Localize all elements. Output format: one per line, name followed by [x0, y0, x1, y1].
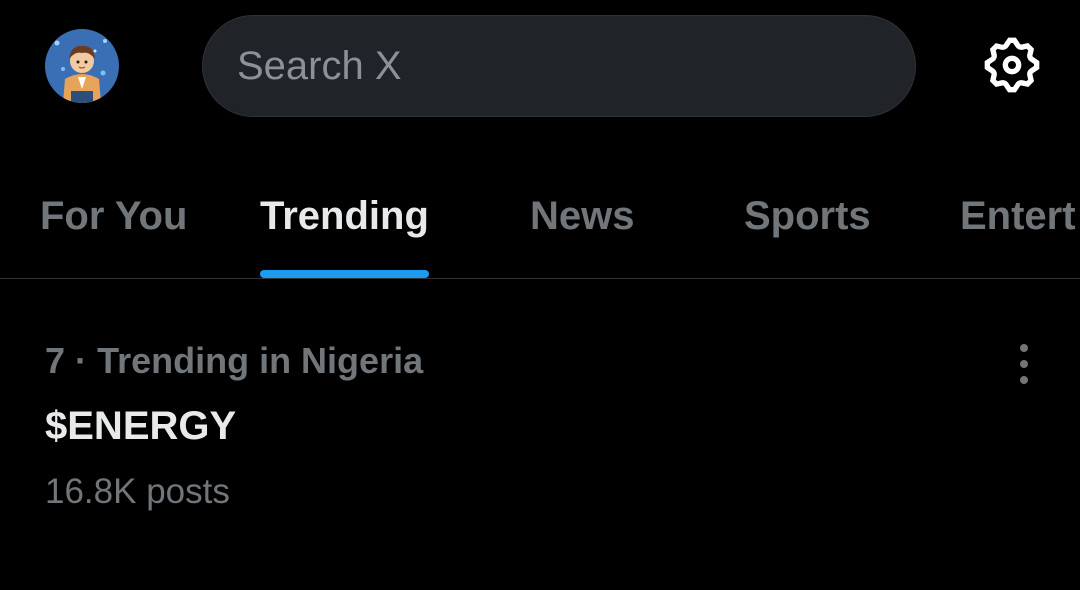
more-vertical-icon — [1020, 344, 1028, 384]
tab-label: For You — [40, 194, 188, 238]
trend-name: $ENERGY — [45, 404, 237, 448]
trend-more-button[interactable] — [1004, 342, 1044, 386]
trend-separator: · — [75, 340, 88, 381]
tabs-divider — [0, 278, 1080, 279]
tab-sports[interactable]: Sports — [744, 180, 871, 278]
tab-for-you[interactable]: For You — [40, 180, 187, 278]
settings-button[interactable] — [980, 33, 1044, 97]
tab-label: Entert — [960, 194, 1076, 238]
trend-location: Trending in Nigeria — [97, 340, 424, 381]
tab-entertainment[interactable]: Entert — [960, 180, 1076, 278]
tab-label: News — [530, 194, 635, 238]
explore-tabs: For You Trending News Sports Entert — [0, 180, 1080, 280]
user-avatar-icon — [45, 29, 119, 103]
tab-label: Trending — [260, 194, 429, 238]
profile-avatar[interactable] — [45, 29, 119, 103]
trend-rank: 7 — [45, 340, 66, 381]
trend-item[interactable]: 7 · Trending in Nigeria $ENERGY 16.8K po… — [0, 280, 1080, 530]
tab-news[interactable]: News — [530, 180, 635, 278]
search-input[interactable] — [237, 43, 877, 89]
tab-trending[interactable]: Trending — [260, 180, 429, 278]
tab-label: Sports — [744, 194, 871, 238]
trend-post-count: 16.8K posts — [45, 472, 230, 511]
active-tab-indicator — [260, 270, 429, 278]
gear-icon — [984, 37, 1040, 93]
search-bar[interactable] — [202, 15, 916, 117]
trend-context: 7 · Trending in Nigeria — [45, 340, 423, 382]
